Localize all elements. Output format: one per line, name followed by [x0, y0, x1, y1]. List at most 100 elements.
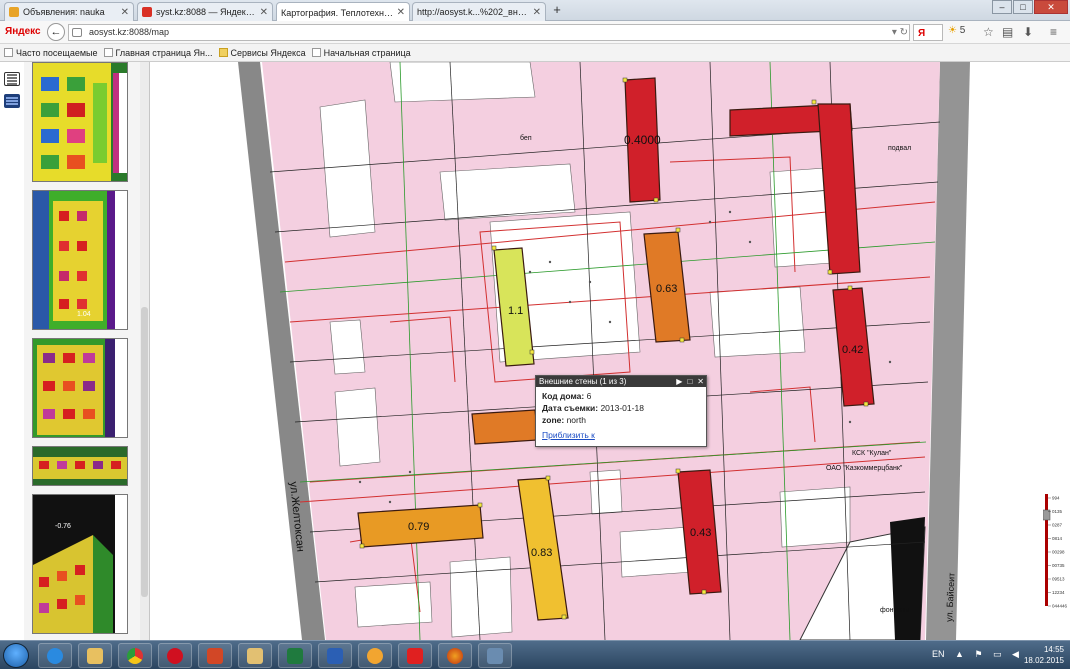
layers-stack-icon[interactable]	[4, 94, 20, 108]
next-feature-icon[interactable]: ▶	[676, 376, 682, 387]
tab-close-icon[interactable]: ✕	[260, 7, 268, 18]
popup-field-house-code: Код дома: 6	[542, 390, 700, 402]
browser-tab-strip: Объявления: nauka ✕ syst.kz:8088 — Яндек…	[0, 0, 1070, 22]
taskbar-opera-icon[interactable]	[158, 643, 192, 668]
taskbar-folder-icon[interactable]	[238, 643, 272, 668]
download-icon[interactable]: ⬇	[1023, 25, 1033, 39]
map-view[interactable]: ул.Желтоксан ул. Байсеит КСК "Кулан" ОАО…	[150, 62, 1070, 640]
yandex-search-icon[interactable]: Я	[913, 24, 943, 41]
thermogram-thumbnail[interactable]	[32, 446, 128, 486]
bookmark-star-icon[interactable]: ☆	[983, 25, 994, 39]
site-identity-icon[interactable]	[72, 28, 82, 37]
thermogram-thumbnail[interactable]	[32, 62, 128, 182]
thumbnail-label: -0.76	[55, 523, 71, 530]
thermogram-thumbnail[interactable]: -0.76	[32, 494, 128, 634]
tab-favicon-icon	[142, 7, 152, 17]
weather-widget[interactable]: ☀ 5	[948, 25, 965, 36]
taskbar-excel-icon[interactable]	[278, 643, 312, 668]
minimize-icon[interactable]: –	[992, 0, 1012, 14]
legend-tick-label: 12234	[1052, 590, 1065, 595]
new-tab-button[interactable]: +	[550, 2, 564, 18]
language-indicator[interactable]: EN	[932, 649, 945, 659]
legend-tick-label: 00735	[1052, 563, 1065, 568]
reading-list-icon[interactable]: ▤	[1002, 25, 1013, 39]
thermogram-thumbnail[interactable]: 1.04	[32, 190, 128, 330]
building-value: 0.42	[842, 344, 863, 356]
taskbar-ie-icon[interactable]	[38, 643, 72, 668]
building-value: 0.63	[656, 283, 677, 295]
window-controls: – □ ✕	[991, 0, 1068, 14]
tab-kartografiya[interactable]: Картография. Теплотехничес... ✕	[276, 2, 410, 22]
maximize-icon[interactable]: □	[1013, 0, 1033, 14]
taskbar-powerpoint-icon[interactable]	[198, 643, 232, 668]
tab-close-icon[interactable]: ✕	[397, 7, 405, 18]
close-window-icon[interactable]: ✕	[1034, 0, 1068, 14]
building-value: 0.79	[408, 521, 429, 533]
legend-tick-label: 994	[1052, 496, 1060, 501]
popup-body: Код дома: 6 Дата съемки: 2013-01-18 zone…	[536, 387, 706, 444]
bookmark-label: Главная страница Ян...	[115, 47, 213, 58]
thumbnail-scrollbar[interactable]	[140, 62, 149, 640]
tab-favicon-icon	[9, 7, 19, 17]
back-button[interactable]: ←	[47, 23, 65, 41]
thermogram-thumbnail[interactable]	[32, 338, 128, 438]
scrollbar-thumb[interactable]	[141, 307, 148, 597]
building-value: 0.83	[531, 547, 552, 559]
map-canvas[interactable]: ул.Желтоксан ул. Байсеит КСК "Кулан" ОАО…	[150, 62, 1070, 640]
bookmark-frequent[interactable]: Часто посещаемые	[4, 48, 98, 58]
bookmark-start-page[interactable]: Начальная страница	[311, 48, 411, 58]
tab-yandex-search[interactable]: syst.kz:8088 — Яндекс: на... ✕	[137, 2, 273, 21]
taskbar-word-icon[interactable]	[318, 643, 352, 668]
map-label-ksk: КСК "Кулан"	[852, 450, 892, 457]
building-value: 1.1	[508, 305, 523, 317]
feature-info-popup: Внешние стены (1 из 3) ▶ □ ✕ Код дома: 6…	[535, 375, 707, 447]
field-key: zone:	[542, 415, 565, 425]
tab-nauka[interactable]: Объявления: nauka ✕	[4, 2, 134, 21]
clock[interactable]: 14:55 18.02.2015	[1024, 644, 1064, 666]
bookmark-label: Сервисы Яндекса	[230, 47, 306, 58]
close-popup-icon[interactable]: ✕	[697, 376, 704, 387]
tab-close-icon[interactable]: ✕	[533, 7, 541, 18]
page-icon	[311, 48, 321, 57]
map-label-oao: ОАО "Казкоммерцбанк"	[826, 464, 903, 472]
zoom-slider[interactable]: 994 0135 0287 0814 00298 00735 09513 12234 04444…	[1043, 492, 1069, 610]
layer-toolbar	[0, 62, 24, 640]
layers-list-icon[interactable]	[4, 72, 20, 86]
legend-tick-label: 044446	[1052, 604, 1068, 609]
field-value: 6	[586, 391, 592, 401]
bookmark-icon	[4, 48, 13, 57]
url-text: aosyst.kz:8088/map	[89, 27, 170, 37]
bookmark-yandex-services[interactable]: Сервисы Яндекса	[218, 47, 306, 58]
map-label-podval: подвал	[888, 145, 911, 152]
reload-icon[interactable]: ▾ ↻	[892, 27, 908, 38]
map-label-bez: беп	[520, 134, 532, 142]
tab-txt-file[interactable]: http://aosyst.k...%202_внутри.txt ✕	[412, 2, 546, 21]
legend-tick-label: 00298	[1052, 550, 1065, 555]
popup-header: Внешние стены (1 из 3) ▶ □ ✕	[536, 376, 706, 387]
taskbar-window-icon[interactable]	[478, 643, 512, 668]
weather-sun-icon: ☀	[948, 25, 957, 36]
tray-icons[interactable]: ▲ ⚑ ▭ ◀	[955, 649, 1023, 660]
address-bar[interactable]: aosyst.kz:8088/map	[68, 24, 910, 41]
field-key: Дата съемки:	[542, 403, 599, 413]
taskbar-chrome-icon[interactable]	[118, 643, 152, 668]
popup-field-survey-date: Дата съемки: 2013-01-18	[542, 402, 700, 414]
folder-icon	[218, 48, 228, 57]
maximize-popup-icon[interactable]: □	[687, 376, 692, 387]
tab-close-icon[interactable]: ✕	[121, 7, 129, 18]
legend-tick-label: 0814	[1052, 536, 1063, 541]
bookmark-yandex-home[interactable]: Главная страница Ян...	[103, 47, 213, 58]
start-button[interactable]	[3, 643, 29, 668]
yandex-brand[interactable]: Яндекс	[5, 26, 41, 37]
menu-icon[interactable]: ≡	[1050, 25, 1057, 39]
taskbar-yandex-icon[interactable]	[398, 643, 432, 668]
taskbar-explorer-icon[interactable]	[78, 643, 112, 668]
building-polygon[interactable]	[471, 409, 539, 445]
zoom-to-link[interactable]: Приблизить к	[542, 430, 595, 440]
bookmark-label: Часто посещаемые	[16, 47, 98, 58]
clock-date: 18.02.2015	[1023, 656, 1064, 665]
taskbar-app-icon[interactable]	[358, 643, 392, 668]
page-icon	[103, 48, 113, 57]
taskbar-firefox-icon[interactable]	[438, 643, 472, 668]
page-content: 1.04 -0.76 ул.Желтоксан ул. Байсеит КСК …	[0, 62, 1070, 640]
